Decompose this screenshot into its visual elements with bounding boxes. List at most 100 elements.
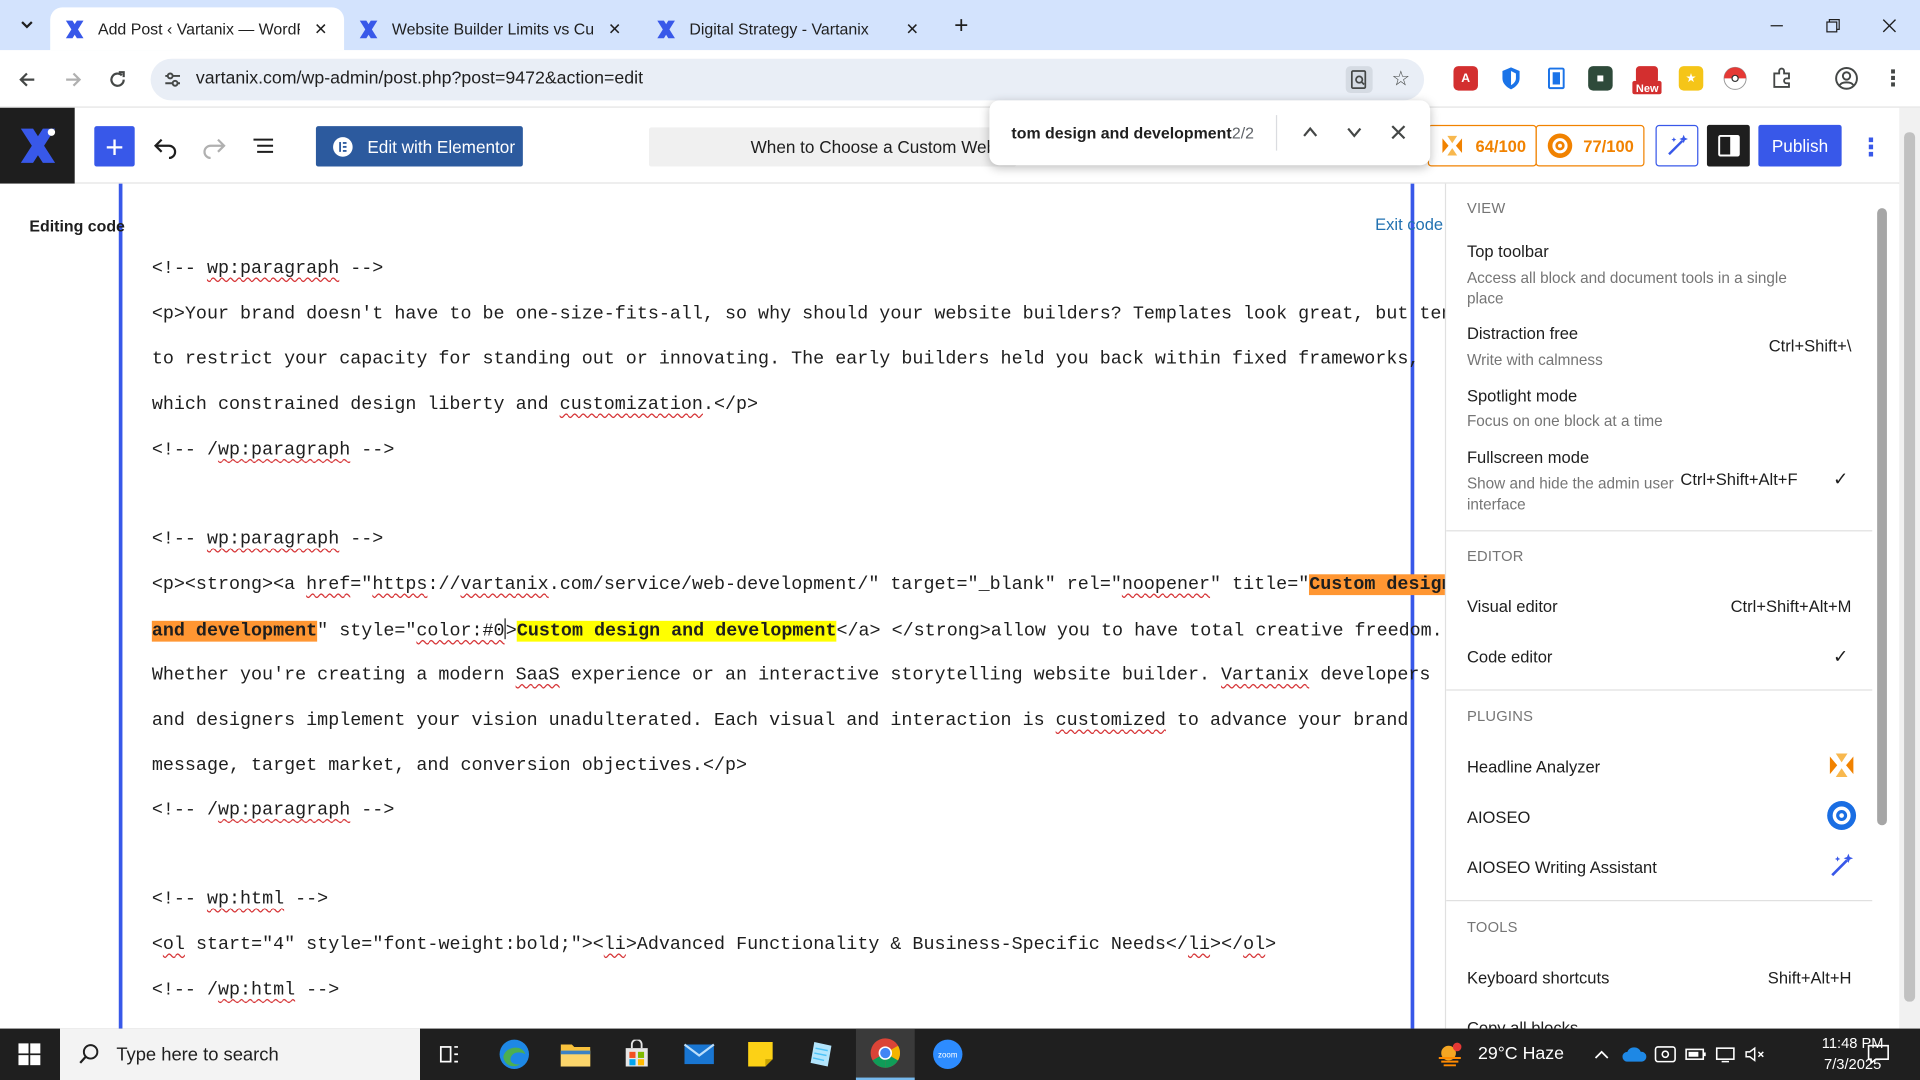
notification-center-icon[interactable]	[1866, 1029, 1890, 1080]
show-hidden-icons[interactable]	[1593, 1029, 1610, 1080]
volume-muted-icon[interactable]	[1744, 1029, 1766, 1080]
site-logo-icon[interactable]	[0, 107, 75, 184]
writing-assistant-button[interactable]	[1655, 124, 1699, 167]
check-icon: ✓	[1833, 468, 1849, 490]
coupon-extension-icon[interactable]: ★	[1678, 66, 1704, 91]
find-close-button[interactable]	[1384, 118, 1413, 147]
tab-digital-strategy[interactable]: Digital Strategy - Vartanix ✕	[642, 7, 936, 50]
back-button[interactable]	[10, 62, 44, 96]
file-explorer-app[interactable]	[546, 1029, 605, 1080]
notepad-app[interactable]	[792, 1029, 851, 1080]
code-line: <p><strong><a href="https://vartanix.com…	[151, 574, 1464, 596]
code-line: which constrained design liberty and cus…	[151, 394, 759, 416]
restore-button[interactable]	[1805, 0, 1861, 50]
menu-section-view: VIEW	[1466, 199, 1506, 217]
minimize-button[interactable]	[1749, 0, 1805, 50]
network-icon[interactable]	[1714, 1029, 1736, 1080]
new-tab-button[interactable]: +	[947, 11, 976, 40]
document-title-bar[interactable]: When to Choose a Custom Website	[648, 127, 1017, 167]
tab-add-post[interactable]: Add Post ‹ Vartanix — WordPress ✕	[50, 7, 345, 51]
code-line: and designers implement your vision unad…	[151, 710, 1409, 732]
microsoft-store-app[interactable]	[607, 1029, 666, 1080]
tab-title: Digital Strategy - Vartanix	[689, 19, 869, 38]
check-icon: ✓	[1833, 646, 1849, 668]
forward-button[interactable]	[56, 62, 90, 96]
elementor-icon	[333, 136, 353, 157]
find-match-count: 2/2	[1231, 123, 1254, 143]
browser-toolbar: vartanix.com/wp-admin/post.php?post=9472…	[0, 50, 1920, 108]
close-icon[interactable]: ✕	[901, 18, 923, 40]
extensions-puzzle-icon[interactable]	[1769, 66, 1793, 90]
mail-app[interactable]	[670, 1029, 729, 1080]
edit-with-elementor-button[interactable]: Edit with Elementor	[315, 126, 523, 167]
document-extension-icon[interactable]	[1544, 66, 1568, 90]
start-button[interactable]	[0, 1029, 59, 1080]
menu-section-plugins: PLUGINS	[1466, 707, 1534, 725]
redo-button[interactable]	[196, 127, 233, 164]
taskbar-search-box[interactable]: Type here to search	[60, 1028, 421, 1080]
magic-wand-icon	[1826, 850, 1858, 882]
find-input[interactable]: tom design and development	[1011, 124, 1231, 142]
zoom-icon: zoom	[933, 1039, 963, 1069]
document-overview-button[interactable]	[245, 127, 282, 164]
find-current-match: and development	[151, 620, 318, 642]
onedrive-icon[interactable]	[1622, 1029, 1647, 1080]
browser-menu-icon[interactable]: ⋮	[1881, 66, 1905, 90]
aioseo-gear-icon	[1826, 800, 1858, 832]
page-scrollbar-thumb[interactable]	[1904, 132, 1916, 1002]
menu-scrollbar-thumb[interactable]	[1877, 208, 1887, 826]
shield-extension-icon[interactable]	[1499, 66, 1523, 90]
reload-button[interactable]	[100, 62, 134, 96]
menu-item-label: Headline Analyzer	[1466, 757, 1601, 777]
vartanix-logo-icon	[654, 17, 678, 41]
window-close-button[interactable]	[1861, 0, 1917, 50]
close-icon[interactable]: ✕	[604, 18, 626, 40]
aioseo-score-button[interactable]: 77/100	[1535, 124, 1645, 167]
zoom-app[interactable]: zoom	[918, 1029, 977, 1080]
browser-tab-strip: Add Post ‹ Vartanix — WordPress ✕ Websit…	[0, 0, 1920, 51]
headline-score-button[interactable]: 64/100	[1427, 124, 1538, 167]
windows-logo-icon	[18, 1043, 41, 1066]
profile-avatar-icon[interactable]	[1834, 66, 1858, 90]
sticky-notes-app[interactable]	[731, 1029, 790, 1080]
tab-website-builder[interactable]: Website Builder Limits vs Custom ✕	[344, 7, 638, 50]
pdf-extension-icon[interactable]: A	[1453, 66, 1478, 91]
edge-app[interactable]	[485, 1029, 544, 1080]
sidebar-icon	[1717, 134, 1740, 157]
undo-button[interactable]	[147, 127, 184, 164]
tab-search-button[interactable]	[10, 7, 44, 41]
menu-item-label: Code editor	[1466, 647, 1553, 667]
magic-wand-icon	[1667, 134, 1688, 156]
find-previous-button[interactable]	[1296, 118, 1325, 147]
find-in-page-icon[interactable]	[1345, 66, 1373, 94]
site-info-icon[interactable]	[162, 69, 184, 91]
elementor-button-label: Edit with Elementor	[367, 136, 516, 157]
menu-item-shortcut: Shift+Alt+H	[1767, 968, 1852, 987]
meet-now-icon[interactable]	[1654, 1029, 1676, 1080]
battery-icon[interactable]	[1685, 1029, 1707, 1080]
menu-item-label: Top toolbar	[1466, 242, 1549, 261]
menu-item-label: Fullscreen mode	[1466, 448, 1590, 467]
close-icon[interactable]: ✕	[310, 18, 332, 40]
store-icon	[625, 1039, 648, 1067]
menu-item-description: Access all block and document tools in a…	[1466, 269, 1787, 308]
bookmark-star-icon[interactable]: ☆	[1387, 66, 1414, 93]
settings-sidebar-button[interactable]	[1706, 124, 1750, 167]
menu-item-label: AIOSEO Writing Assistant	[1466, 858, 1657, 877]
video-extension-icon[interactable]: ■	[1588, 66, 1613, 91]
new-badge-extension-icon[interactable]: New	[1632, 64, 1662, 96]
weather-haze-icon	[1438, 1042, 1462, 1067]
code-editor-area: Editing code Exit code editor <!-- wp:pa…	[0, 183, 1489, 1029]
weather-widget[interactable]: 29°C Haze	[1435, 1029, 1564, 1080]
menu-divider	[1446, 900, 1873, 902]
menu-item-description: Write with calmness	[1466, 351, 1603, 369]
chrome-app[interactable]	[855, 1028, 915, 1080]
address-bar[interactable]: vartanix.com/wp-admin/post.php?post=9472…	[150, 58, 1425, 101]
menu-item-shortcut: Ctrl+Shift+Alt+M	[1730, 597, 1852, 616]
pokeball-extension-icon[interactable]	[1723, 66, 1747, 90]
options-menu-icon[interactable]: ⋮	[1856, 130, 1885, 164]
block-inserter-button[interactable]: +	[94, 126, 135, 167]
publish-button[interactable]: Publish	[1758, 124, 1842, 167]
task-view-button[interactable]	[420, 1029, 479, 1080]
find-next-button[interactable]	[1340, 118, 1369, 147]
